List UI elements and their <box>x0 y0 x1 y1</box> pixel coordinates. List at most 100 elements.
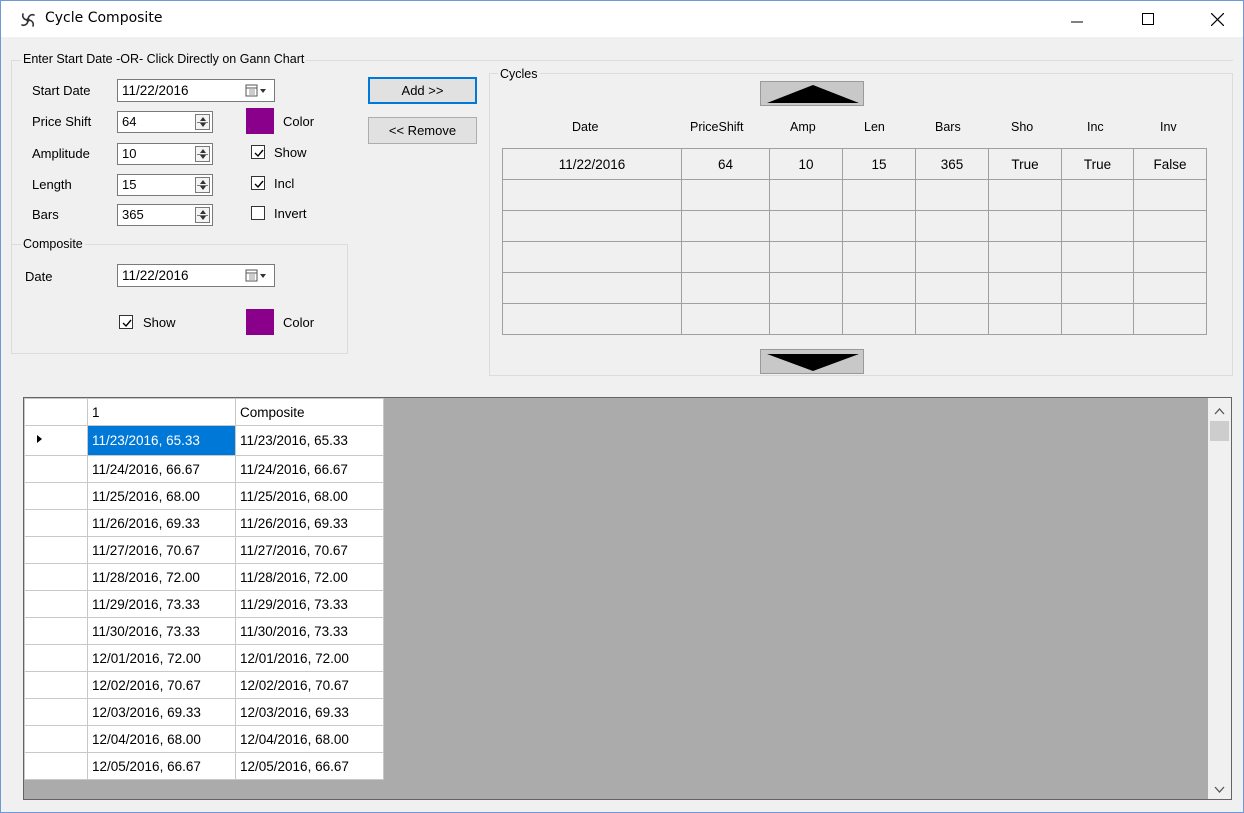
calendar-dropdown-icon[interactable] <box>245 269 271 283</box>
grid-row[interactable]: 12/04/2016, 68.00 12/04/2016, 68.00 <box>24 725 384 753</box>
cycles-cell[interactable] <box>769 272 843 304</box>
grid-row[interactable]: 12/05/2016, 66.67 12/05/2016, 66.67 <box>24 752 384 780</box>
scrollbar-thumb[interactable] <box>1210 421 1229 441</box>
cycles-cell[interactable] <box>769 210 843 242</box>
vertical-scrollbar[interactable] <box>1208 398 1231 799</box>
grid-cell[interactable]: 12/03/2016, 69.33 <box>235 698 384 726</box>
cycles-cell[interactable] <box>681 272 770 304</box>
scroll-down-arrow-icon[interactable] <box>1208 779 1231 799</box>
grid-cell[interactable]: 11/27/2016, 70.67 <box>235 536 384 564</box>
grid-cell[interactable]: 11/29/2016, 73.33 <box>235 590 384 618</box>
close-button[interactable] <box>1194 1 1240 37</box>
grid-row[interactable]: 11/27/2016, 70.67 11/27/2016, 70.67 <box>24 536 384 564</box>
scroll-up-arrow-icon[interactable] <box>1208 402 1231 422</box>
cycles-cell[interactable] <box>681 303 770 335</box>
row-header[interactable] <box>24 617 88 645</box>
row-header[interactable] <box>24 425 88 456</box>
row-header[interactable] <box>24 590 88 618</box>
cycles-cell[interactable]: False <box>1133 148 1207 180</box>
cycles-cell[interactable] <box>915 179 989 211</box>
cycles-cell[interactable] <box>502 210 682 242</box>
cycles-cell[interactable] <box>1061 179 1134 211</box>
cycles-cell[interactable] <box>915 303 989 335</box>
grid-cell[interactable]: 11/26/2016, 69.33 <box>235 509 384 537</box>
cycles-row[interactable] <box>502 179 1207 211</box>
grid-cell[interactable]: 12/05/2016, 66.67 <box>87 752 236 780</box>
cycles-cell[interactable] <box>842 241 916 273</box>
cycles-row[interactable]: 11/22/2016 64 10 15 365 True True False <box>502 148 1207 180</box>
cycles-cell[interactable]: 64 <box>681 148 770 180</box>
row-header[interactable] <box>24 455 88 483</box>
cycles-cell[interactable] <box>915 241 989 273</box>
grid-cell[interactable]: 12/01/2016, 72.00 <box>235 644 384 672</box>
cycles-row[interactable] <box>502 210 1207 242</box>
grid-cell[interactable]: 12/05/2016, 66.67 <box>235 752 384 780</box>
row-header[interactable] <box>24 563 88 591</box>
spin-arrows-icon[interactable] <box>195 114 210 130</box>
cycles-cell[interactable] <box>681 179 770 211</box>
grid-cell[interactable]: 11/30/2016, 73.33 <box>235 617 384 645</box>
composite-date-picker[interactable]: 11/22/2016 <box>117 264 275 287</box>
cycles-cell[interactable] <box>681 210 770 242</box>
row-header[interactable] <box>24 482 88 510</box>
grid-cell[interactable]: 11/25/2016, 68.00 <box>235 482 384 510</box>
cycles-cell[interactable] <box>1133 272 1207 304</box>
row-header[interactable] <box>24 752 88 780</box>
minimize-button[interactable] <box>1054 1 1100 37</box>
grid-cell[interactable]: 12/02/2016, 70.67 <box>87 671 236 699</box>
grid-row[interactable]: 11/26/2016, 69.33 11/26/2016, 69.33 <box>24 509 384 537</box>
cycles-cell[interactable] <box>988 241 1062 273</box>
cycles-cell[interactable] <box>842 303 916 335</box>
grid-cell[interactable]: 11/28/2016, 72.00 <box>87 563 236 591</box>
incl-checkbox[interactable] <box>251 176 265 190</box>
calendar-dropdown-icon[interactable] <box>245 84 271 98</box>
grid-cell[interactable]: 11/29/2016, 73.33 <box>87 590 236 618</box>
add-button[interactable]: Add >> <box>368 77 477 104</box>
cycles-cell[interactable] <box>681 241 770 273</box>
grid-row[interactable]: 12/02/2016, 70.67 12/02/2016, 70.67 <box>24 671 384 699</box>
composite-color-swatch[interactable] <box>246 309 274 335</box>
grid-cell[interactable]: 11/25/2016, 68.00 <box>87 482 236 510</box>
grid-cell[interactable]: 12/01/2016, 72.00 <box>87 644 236 672</box>
cycles-cell[interactable] <box>988 179 1062 211</box>
cycle-color-swatch[interactable] <box>246 108 274 134</box>
cycles-cell[interactable] <box>1061 303 1134 335</box>
cycles-cell[interactable] <box>1133 210 1207 242</box>
cycles-cell[interactable]: 10 <box>769 148 843 180</box>
grid-row[interactable]: 11/23/2016, 65.33 11/23/2016, 65.33 <box>24 425 384 456</box>
cycles-cell[interactable] <box>1133 303 1207 335</box>
cycles-cell[interactable] <box>842 272 916 304</box>
grid-cell[interactable]: 11/26/2016, 69.33 <box>87 509 236 537</box>
spin-arrows-icon[interactable] <box>195 146 210 162</box>
cycles-cell[interactable]: 15 <box>842 148 916 180</box>
cycles-cell[interactable] <box>502 241 682 273</box>
cycles-row[interactable] <box>502 272 1207 304</box>
cycles-cell[interactable] <box>1061 210 1134 242</box>
cycles-cell[interactable] <box>988 272 1062 304</box>
row-header[interactable] <box>24 644 88 672</box>
cycles-cell[interactable] <box>502 179 682 211</box>
cycles-cell[interactable]: 365 <box>915 148 989 180</box>
grid-row[interactable]: 11/29/2016, 73.33 11/29/2016, 73.33 <box>24 590 384 618</box>
row-header[interactable] <box>24 671 88 699</box>
cycles-cell[interactable] <box>502 272 682 304</box>
grid-row[interactable]: 11/25/2016, 68.00 11/25/2016, 68.00 <box>24 482 384 510</box>
grid-cell[interactable]: 11/23/2016, 65.33 <box>87 425 236 456</box>
start-date-picker[interactable]: 11/22/2016 <box>117 79 275 102</box>
amplitude-stepper[interactable]: 10 <box>117 143 213 165</box>
grid-cell[interactable]: 12/04/2016, 68.00 <box>235 725 384 753</box>
grid-cell[interactable]: 12/03/2016, 69.33 <box>87 698 236 726</box>
grid-row[interactable]: 12/03/2016, 69.33 12/03/2016, 69.33 <box>24 698 384 726</box>
grid-cell[interactable]: 11/23/2016, 65.33 <box>235 425 384 456</box>
cycles-cell[interactable] <box>915 272 989 304</box>
show-checkbox[interactable] <box>251 145 265 159</box>
grid-column-header-1[interactable]: 1 <box>87 398 236 426</box>
grid-row[interactable]: 11/24/2016, 66.67 11/24/2016, 66.67 <box>24 455 384 483</box>
grid-cell[interactable]: 11/30/2016, 73.33 <box>87 617 236 645</box>
cycles-cell[interactable] <box>1061 241 1134 273</box>
grid-row[interactable]: 11/28/2016, 72.00 11/28/2016, 72.00 <box>24 563 384 591</box>
row-header[interactable] <box>24 698 88 726</box>
grid-row[interactable]: 12/01/2016, 72.00 12/01/2016, 72.00 <box>24 644 384 672</box>
grid-row[interactable]: 11/30/2016, 73.33 11/30/2016, 73.33 <box>24 617 384 645</box>
cycles-cell[interactable] <box>988 303 1062 335</box>
